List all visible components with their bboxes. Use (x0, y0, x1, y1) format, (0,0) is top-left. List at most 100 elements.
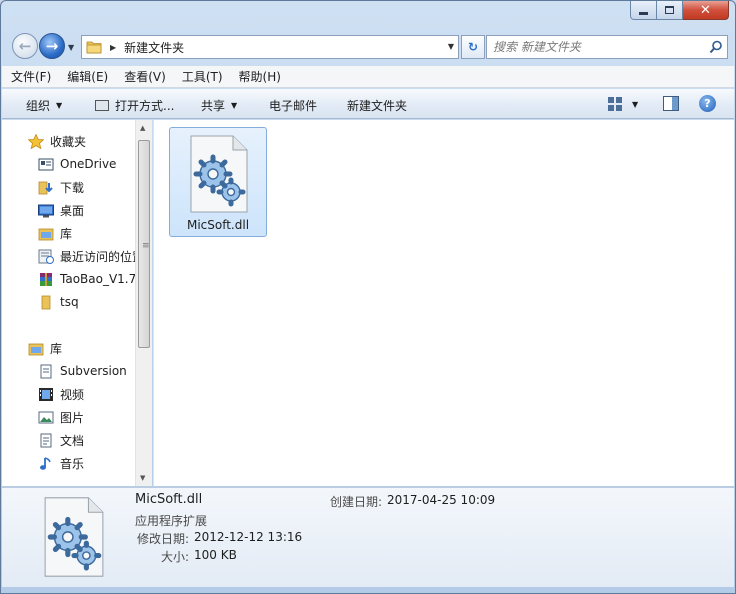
recent-pages-dropdown[interactable]: ▼ (68, 43, 74, 52)
sidebar-item-taobao[interactable]: TaoBao_V1.7 (2, 268, 135, 290)
back-button[interactable]: ← (12, 33, 38, 59)
sidebar-item-libraries[interactable]: 库 (2, 337, 135, 359)
details-modified-label: 修改日期: (137, 532, 190, 546)
share-button[interactable]: 共享 ▼ (201, 97, 237, 114)
sidebar-item-label: 库 (50, 341, 63, 356)
organize-label: 组织 (26, 99, 51, 113)
menu-file[interactable]: 文件(F) (11, 68, 51, 85)
details-file-type: 应用程序扩展 (135, 514, 208, 528)
refresh-button[interactable]: ↻ (461, 35, 485, 59)
chevron-down-icon: ▼ (56, 101, 63, 110)
breadcrumb-separator-icon[interactable]: ▶ (110, 43, 116, 52)
details-file-name: MicSoft.dll (135, 492, 203, 507)
sidebar-item-label: 收藏夹 (50, 134, 87, 149)
maximize-button[interactable] (657, 1, 683, 20)
scroll-thumb[interactable]: ≡ (138, 140, 150, 348)
desktop-icon (38, 204, 54, 217)
navigation-pane: 收藏夹 OneDrive 下载 桌面 库 最近访问的位置 TaoBao_V1.7 (2, 120, 135, 486)
preview-pane-icon[interactable] (663, 96, 679, 111)
sidebar-item-favorites[interactable]: 收藏夹 (2, 130, 135, 152)
open-with-icon (95, 100, 109, 111)
email-label: 电子邮件 (269, 99, 318, 113)
search-input[interactable] (487, 40, 697, 54)
recent-places-icon (38, 249, 54, 264)
document-library-icon (40, 364, 52, 378)
open-with-button[interactable]: 打开方式... (95, 97, 174, 114)
sidebar-item-videos[interactable]: 视频 (2, 383, 135, 405)
breadcrumb-current[interactable]: 新建文件夹 (124, 39, 184, 56)
navigation-pane-scrollbar[interactable]: ▲ ≡ ▼ (135, 120, 152, 486)
details-created-label: 创建日期: (330, 495, 383, 509)
menu-edit[interactable]: 编辑(E) (67, 68, 108, 85)
file-item-selected[interactable]: MicSoft.dll (169, 127, 267, 237)
onedrive-icon (38, 158, 54, 170)
command-bar: 组织 ▼ 打开方式... 共享 ▼ 电子邮件 新建文件夹 ▼ ? (2, 89, 734, 119)
dll-gear-icon (44, 497, 104, 577)
open-with-label: 打开方式... (115, 99, 175, 113)
document-icon (40, 433, 52, 447)
organize-button[interactable]: 组织 ▼ (26, 97, 62, 114)
sidebar-item-label: tsq (60, 295, 79, 309)
sidebar-item-label: OneDrive (60, 157, 117, 171)
sidebar-item-downloads[interactable]: 下载 (2, 176, 135, 198)
details-modified-value: 2012-12-12 13:16 (194, 530, 303, 544)
forward-arrow-icon: → (45, 37, 59, 55)
help-icon[interactable]: ? (699, 95, 716, 112)
file-name-label: MicSoft.dll (186, 218, 250, 232)
library-folder-icon (28, 343, 44, 355)
sidebar-item-documents[interactable]: 文档 (2, 429, 135, 451)
sidebar-item-music[interactable]: 音乐 (2, 452, 135, 474)
refresh-icon: ↻ (467, 40, 479, 54)
sidebar-item-label: 音乐 (60, 456, 85, 471)
sidebar-item-pictures[interactable]: 图片 (2, 406, 135, 428)
caption-buttons: ✕ (630, 1, 729, 20)
sidebar-item-recent-places[interactable]: 最近访问的位置 (2, 245, 135, 267)
grip-icon: ≡ (142, 241, 150, 251)
library-folder-icon (38, 228, 54, 240)
close-button[interactable]: ✕ (683, 1, 729, 20)
address-dropdown-icon[interactable]: ▼ (448, 42, 454, 51)
sidebar-item-label: 桌面 (60, 203, 85, 218)
sidebar-item-label: TaoBao_V1.7 (60, 272, 135, 286)
search-icon[interactable] (709, 40, 723, 54)
sidebar-item-label: 下载 (60, 180, 85, 195)
minimize-button[interactable] (630, 1, 657, 20)
sidebar-item-label: 视频 (60, 387, 85, 402)
address-row: ← → ▼ ▶ 新建文件夹 ▼ ↻ (9, 33, 729, 61)
details-created-value: 2017-04-25 10:09 (387, 493, 496, 507)
new-folder-label: 新建文件夹 (347, 99, 408, 113)
sidebar-item-desktop[interactable]: 桌面 (2, 199, 135, 221)
chevron-down-icon: ▼ (231, 101, 238, 110)
pictures-icon (38, 411, 54, 423)
new-folder-button[interactable]: 新建文件夹 (347, 97, 407, 114)
winrar-archive-icon (40, 272, 52, 286)
star-icon (28, 133, 44, 149)
menu-view[interactable]: 查看(V) (124, 68, 166, 85)
sidebar-item-label: 最近访问的位置 (60, 249, 135, 264)
menu-help[interactable]: 帮助(H) (239, 68, 281, 85)
menu-tools[interactable]: 工具(T) (182, 68, 223, 85)
share-label: 共享 (201, 99, 226, 113)
sidebar-item-libraries-shortcut[interactable]: 库 (2, 222, 135, 244)
music-note-icon (40, 456, 51, 470)
sidebar-item-onedrive[interactable]: OneDrive (2, 153, 135, 175)
sidebar-item-tsq[interactable]: tsq (2, 291, 135, 313)
scroll-up-icon[interactable]: ▲ (140, 124, 145, 132)
details-pane: MicSoft.dll 应用程序扩展 修改日期: 2012-12-12 13:1… (2, 487, 734, 587)
dll-gear-icon (190, 135, 248, 213)
sidebar-item-label: 图片 (60, 410, 85, 425)
back-arrow-icon: ← (18, 37, 32, 55)
address-bar[interactable]: ▶ 新建文件夹 ▼ (81, 35, 459, 59)
file-list-area[interactable]: MicSoft.dll (153, 120, 734, 486)
folder-icon (86, 41, 102, 54)
details-size-value: 100 KB (194, 548, 237, 562)
change-view-icon[interactable] (608, 97, 622, 111)
sidebar-item-subversion[interactable]: Subversion (2, 360, 135, 382)
sidebar-item-label: 文档 (60, 433, 85, 448)
scroll-down-icon[interactable]: ▼ (140, 474, 145, 482)
explorer-window: ✕ ← → ▼ ▶ 新建文件夹 ▼ ↻ 文件(F) 编辑(E) 查看(V) 工 (0, 0, 736, 594)
sidebar-item-label: Subversion (60, 364, 127, 378)
view-options-dropdown[interactable]: ▼ (632, 100, 638, 109)
email-button[interactable]: 电子邮件 (269, 97, 317, 114)
forward-button[interactable]: → (39, 33, 65, 59)
